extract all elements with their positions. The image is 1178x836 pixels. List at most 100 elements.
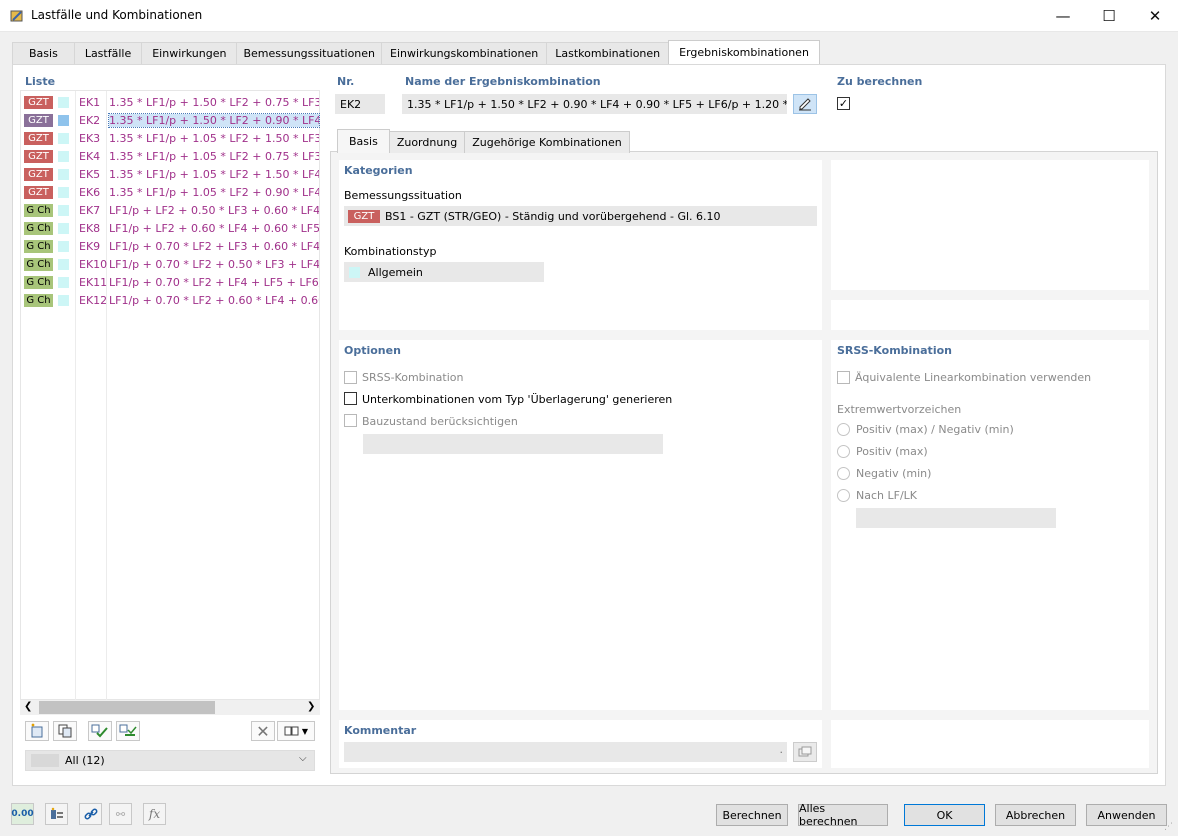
srss-label: SRSS-Kombination	[362, 371, 464, 384]
link-button[interactable]	[79, 803, 102, 825]
combination-formula: 1.35 * LF1/p + 1.05 * LF2 + 0.90 * LF4 +…	[109, 185, 319, 199]
formula-icon[interactable]: fx	[143, 803, 166, 825]
check-all-icon	[91, 724, 108, 738]
resize-grip-icon[interactable]: ⋰	[1164, 822, 1173, 832]
bauzustand-checkbox[interactable]	[344, 414, 357, 427]
gch-badge: G Ch	[24, 257, 53, 271]
kategorien-header: Kategorien	[344, 164, 413, 177]
extrem-opt4: Nach LF/LK	[856, 489, 917, 502]
extrem-radio-2[interactable]	[837, 445, 850, 458]
kombityp-label: Kombinationstyp	[344, 245, 437, 258]
list-settings-button[interactable]	[45, 803, 68, 825]
maximize-button[interactable]: ☐	[1086, 0, 1132, 32]
subtab-zuordnung[interactable]: Zuordnung	[388, 131, 466, 153]
minimize-button[interactable]: —	[1040, 0, 1086, 32]
bauzustand-select[interactable]	[363, 434, 663, 454]
list-item[interactable]: GZT EK3 1.35 * LF1/p + 1.05 * LF2 + 1.50 *…	[21, 129, 319, 147]
combination-color-swatch	[58, 204, 69, 216]
tab-lastkombinationen[interactable]: Lastkombinationen	[546, 42, 670, 64]
bemessung-value: BS1 - GZT (STR/GEO) - Ständig und vorübe…	[385, 209, 721, 223]
check-selected-icon	[119, 724, 137, 736]
combination-formula: LF1/p + 0.70 * LF2 + 0.50 * LF3 + LF4 + …	[109, 257, 319, 271]
srss-checkbox[interactable]	[344, 371, 357, 384]
check-all-button[interactable]	[88, 721, 112, 741]
list-item[interactable]: G Ch EK7 LF1/p + LF2 + 0.50 * LF3 + 0.60 *…	[21, 201, 319, 219]
extrem-radio-1[interactable]	[837, 423, 850, 436]
list-item[interactable]: G Ch EK10 LF1/p + 0.70 * LF2 + 0.50 * LF3 …	[21, 255, 319, 273]
ok-button[interactable]: OK	[904, 804, 985, 826]
kombityp-select[interactable]: Allgemein	[344, 262, 544, 282]
delete-icon[interactable]: ✕	[251, 721, 275, 741]
combination-list[interactable]: GZT EK1 1.35 * LF1/p + 1.50 * LF2 + 0.75 *…	[20, 90, 320, 701]
unlink-icon[interactable]: ⚯	[109, 803, 132, 825]
copy-icon	[58, 724, 72, 738]
scroll-thumb[interactable]	[39, 701, 215, 714]
list-filter-select[interactable]: All (12) ⌵	[25, 750, 315, 771]
tab-bemessungssituationen[interactable]: Bemessungssituationen	[236, 42, 383, 64]
tab-lastfaelle[interactable]: Lastfälle	[73, 42, 143, 64]
edit-name-button[interactable]	[793, 94, 817, 114]
combination-color-swatch	[58, 114, 69, 126]
combination-color-swatch	[58, 186, 69, 198]
tab-ergebniskombinationen[interactable]: Ergebniskombinationen	[668, 40, 820, 64]
check-selected-button[interactable]	[116, 721, 140, 741]
nr-field[interactable]: EK2	[335, 94, 385, 114]
scroll-right-icon[interactable]: ❯	[307, 701, 315, 712]
name-field[interactable]: 1.35 * LF1/p + 1.50 * LF2 + 0.90 * LF4 +…	[402, 94, 787, 114]
nach-lf-select[interactable]	[856, 508, 1056, 528]
subtab-zugehoerige-kombinationen[interactable]: Zugehörige Kombinationen	[464, 131, 630, 153]
combination-color-swatch	[58, 276, 69, 288]
list-item[interactable]: G Ch EK8 LF1/p + LF2 + 0.60 * LF4 + 0.60 *…	[21, 219, 319, 237]
list-item[interactable]: GZT EK4 1.35 * LF1/p + 1.05 * LF2 + 0.75 *…	[21, 147, 319, 165]
abbrechen-button[interactable]: Abbrechen	[995, 804, 1076, 826]
kombityp-value: Allgemein	[368, 265, 423, 279]
copy-combination-button[interactable]	[53, 721, 77, 741]
new-icon	[31, 723, 43, 738]
extrem-radio-4[interactable]	[837, 489, 850, 502]
kommentar-header: Kommentar	[344, 724, 417, 737]
tab-basis[interactable]: Basis	[12, 42, 75, 64]
alles-berechnen-button[interactable]: Alles berechnen	[798, 802, 888, 828]
bemessung-label: Bemessungssituation	[344, 189, 462, 202]
list-item[interactable]: G Ch EK11 LF1/p + 0.70 * LF2 + LF4 + LF5 +…	[21, 273, 319, 291]
gzt-badge: GZT	[24, 149, 53, 163]
list-item[interactable]: GZT EK1 1.35 * LF1/p + 1.50 * LF2 + 0.75 *…	[21, 93, 319, 111]
extrem-label: Extremwertvorzeichen	[837, 403, 962, 416]
scroll-left-icon[interactable]: ❮	[24, 701, 32, 712]
combination-id: EK7	[79, 203, 101, 217]
aequivalent-checkbox[interactable]	[837, 371, 850, 384]
list-header: Liste	[25, 75, 56, 88]
kommentar-input[interactable]: ·	[344, 742, 787, 762]
list-item[interactable]: G Ch EK12 LF1/p + 0.70 * LF2 + 0.60 * LF4 …	[21, 291, 319, 309]
anwenden-button[interactable]: Anwenden	[1086, 804, 1167, 826]
view-options-button[interactable]: ▼	[277, 721, 315, 741]
berechnen-button[interactable]: Berechnen	[716, 804, 788, 826]
list-item[interactable]: GZT EK6 1.35 * LF1/p + 1.05 * LF2 + 0.90 *…	[21, 183, 319, 201]
new-combination-button[interactable]	[25, 721, 49, 741]
tab-einwirkungen[interactable]: Einwirkungen	[141, 42, 238, 64]
subtab-basis[interactable]: Basis	[337, 129, 390, 153]
tab-einwirkungskombinationen[interactable]: Einwirkungskombinationen	[381, 42, 548, 64]
to-calc-checkbox[interactable]: ✓	[837, 97, 850, 110]
kommentar-library-button[interactable]	[793, 742, 817, 762]
extrem-radio-3[interactable]	[837, 467, 850, 480]
list-item[interactable]: G Ch EK9 LF1/p + 0.70 * LF2 + LF3 + 0.60 *…	[21, 237, 319, 255]
gch-badge: G Ch	[24, 275, 53, 289]
combination-formula: 1.35 * LF1/p + 1.05 * LF2 + 1.50 * LF4 +…	[109, 167, 319, 181]
combination-formula: LF1/p + 0.70 * LF2 + 0.60 * LF4 + 0.60 *…	[109, 293, 319, 307]
bemessung-select[interactable]: GZT BS1 - GZT (STR/GEO) - Ständig und vo…	[344, 206, 817, 226]
list-item[interactable]: GZT EK5 1.35 * LF1/p + 1.05 * LF2 + 1.50 *…	[21, 165, 319, 183]
units-icon[interactable]: 0.00	[11, 803, 34, 825]
gch-badge: G Ch	[24, 239, 53, 253]
gzt-badge: GZT	[24, 113, 53, 127]
sub-tabs: Basis Zuordnung Zugehörige Kombinationen	[337, 129, 630, 153]
combination-formula: 1.35 * LF1/p + 1.05 * LF2 + 1.50 * LF3 +…	[109, 131, 319, 145]
combination-id: EK9	[79, 239, 101, 253]
close-button[interactable]: ✕	[1132, 0, 1178, 32]
right-info-panel-2	[831, 300, 1149, 330]
unterkomb-checkbox[interactable]	[344, 392, 357, 405]
gzt-badge: GZT	[24, 131, 53, 145]
list-item[interactable]: GZT EK2 1.35 * LF1/p + 1.50 * LF2 + 0.90 *…	[21, 111, 320, 129]
combination-formula: 1.35 * LF1/p + 1.50 * LF2 + 0.90 * LF4 +…	[108, 112, 320, 128]
combination-formula: LF1/p + LF2 + 0.60 * LF4 + 0.60 * LF5 + …	[109, 221, 319, 235]
